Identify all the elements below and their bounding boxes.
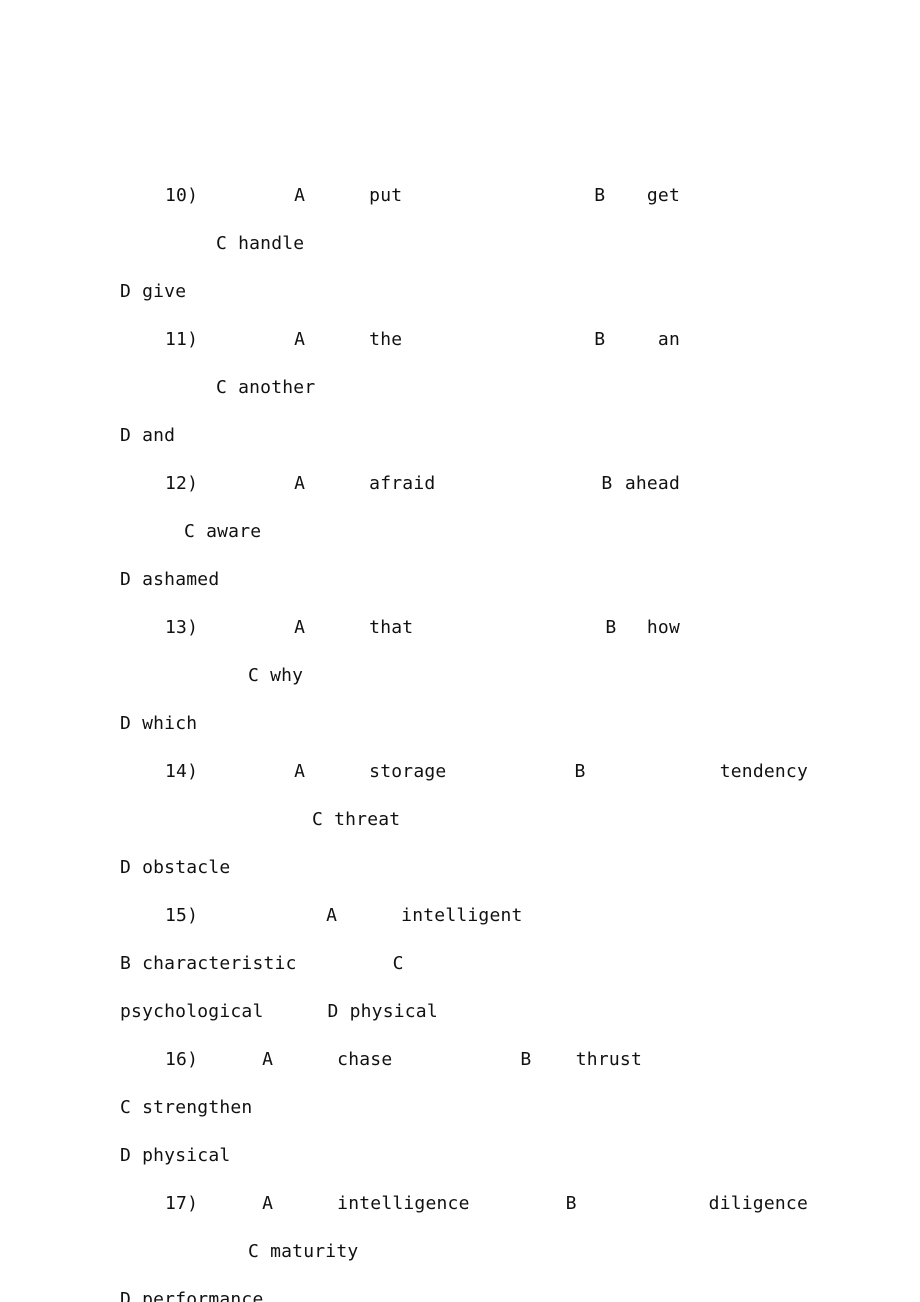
question-item-wrap: D ashamed [120,556,808,604]
question-item-wrap: D obstacle [120,844,808,892]
option-letter-c[interactable]: C [216,233,227,254]
option-text-d[interactable]: which [142,713,197,734]
option-text-b[interactable]: get [647,185,680,206]
question-number: 13) [165,617,199,638]
question-item: 16) Achase B thrust C strengthen [120,1036,808,1132]
option-letter-c[interactable]: C [216,377,227,398]
question-item-wrap: D physical [120,1132,808,1180]
option-letter-b[interactable]: B [566,1193,577,1214]
option-text-a[interactable]: storage [369,761,446,782]
option-text-c[interactable]: handle [238,233,304,254]
question-number: 14) [165,761,199,782]
question-number: 15) [165,905,199,926]
question-item: 14) Astorage B tendency C threat [120,748,808,844]
question-item-wrap: D performance [120,1276,808,1302]
option-letter-b[interactable]: B [574,761,585,782]
option-text-b[interactable]: how [647,617,680,638]
option-text-b[interactable]: characteristic [142,953,297,974]
option-letter-b[interactable]: B [601,473,612,494]
option-text-c[interactable]: aware [206,521,261,542]
question-item: 10) Aput B get C handle [120,172,808,268]
option-text-b[interactable]: an [658,329,680,350]
option-letter-a[interactable]: A [326,905,337,926]
question-number: 12) [165,473,199,494]
question-number: 16) [165,1049,199,1070]
option-text-a[interactable]: the [369,329,402,350]
option-letter-d[interactable]: D [120,569,131,590]
option-letter-c[interactable]: C [393,953,404,974]
option-letter-c[interactable]: C [248,665,259,686]
option-letter-b[interactable]: B [520,1049,531,1070]
option-letter-b[interactable]: B [120,953,131,974]
option-text-b[interactable]: thrust [576,1049,642,1070]
option-letter-a[interactable]: A [294,473,305,494]
question-item-wrap: psychological D physical [120,988,808,1036]
option-text-d[interactable]: obstacle [142,857,230,878]
option-text-b[interactable]: ahead [625,473,680,494]
option-letter-c[interactable]: C [120,1097,131,1118]
option-text-c[interactable]: psychological [120,1001,263,1022]
option-letter-c[interactable]: C [248,1241,259,1262]
option-letter-a[interactable]: A [294,329,305,350]
option-text-c[interactable]: another [238,377,315,398]
option-letter-b[interactable]: B [605,617,616,638]
question-item: 17) Aintelligence B diligence C maturity [120,1180,808,1276]
option-text-d[interactable]: physical [350,1001,438,1022]
question-item: 15) Aintelligent B characteristic C [120,892,808,988]
option-letter-a[interactable]: A [262,1049,273,1070]
option-text-d[interactable]: physical [142,1145,230,1166]
question-item: 13) Athat B how C why [120,604,808,700]
option-letter-d[interactable]: D [120,857,131,878]
option-text-d[interactable]: and [142,425,175,446]
question-list: 10) Aput B get C handle D give 11) Athe B an C… [120,172,808,1302]
question-number: 17) [165,1193,199,1214]
option-text-a[interactable]: put [369,185,402,206]
option-letter-d[interactable]: D [120,1145,131,1166]
question-item: 11) Athe B an C another [120,316,808,412]
option-letter-a[interactable]: A [294,617,305,638]
option-letter-a[interactable]: A [294,761,305,782]
option-text-c[interactable]: why [270,665,303,686]
option-text-b[interactable]: diligence [709,1193,808,1214]
option-letter-d[interactable]: D [120,713,131,734]
question-item-wrap: D and [120,412,808,460]
option-letter-b[interactable]: B [594,185,605,206]
question-number: 11) [165,329,199,350]
option-letter-a[interactable]: A [294,185,305,206]
option-text-a[interactable]: intelligence [337,1193,469,1214]
question-number: 10) [165,185,199,206]
question-item-wrap: D give [120,268,808,316]
option-text-c[interactable]: maturity [270,1241,358,1262]
document-page: 10) Aput B get C handle D give 11) Athe B an C… [0,0,920,1302]
option-letter-b[interactable]: B [594,329,605,350]
option-text-a[interactable]: chase [337,1049,392,1070]
option-letter-d[interactable]: D [327,1001,338,1022]
option-text-d[interactable]: give [142,281,186,302]
option-text-c[interactable]: threat [334,809,400,830]
question-item: 12) Aafraid B ahead C aware [120,460,808,556]
option-letter-c[interactable]: C [184,521,195,542]
option-letter-d[interactable]: D [120,281,131,302]
option-text-a[interactable]: afraid [369,473,435,494]
option-text-a[interactable]: that [369,617,413,638]
option-text-c[interactable]: strengthen [142,1097,252,1118]
question-item-wrap: D which [120,700,808,748]
option-text-d[interactable]: ashamed [142,569,219,590]
option-letter-d[interactable]: D [120,1289,131,1302]
option-text-d[interactable]: performance [142,1289,263,1302]
option-letter-d[interactable]: D [120,425,131,446]
option-text-b[interactable]: tendency [720,761,808,782]
option-letter-c[interactable]: C [312,809,323,830]
option-letter-a[interactable]: A [262,1193,273,1214]
option-text-a[interactable]: intelligent [401,905,522,926]
